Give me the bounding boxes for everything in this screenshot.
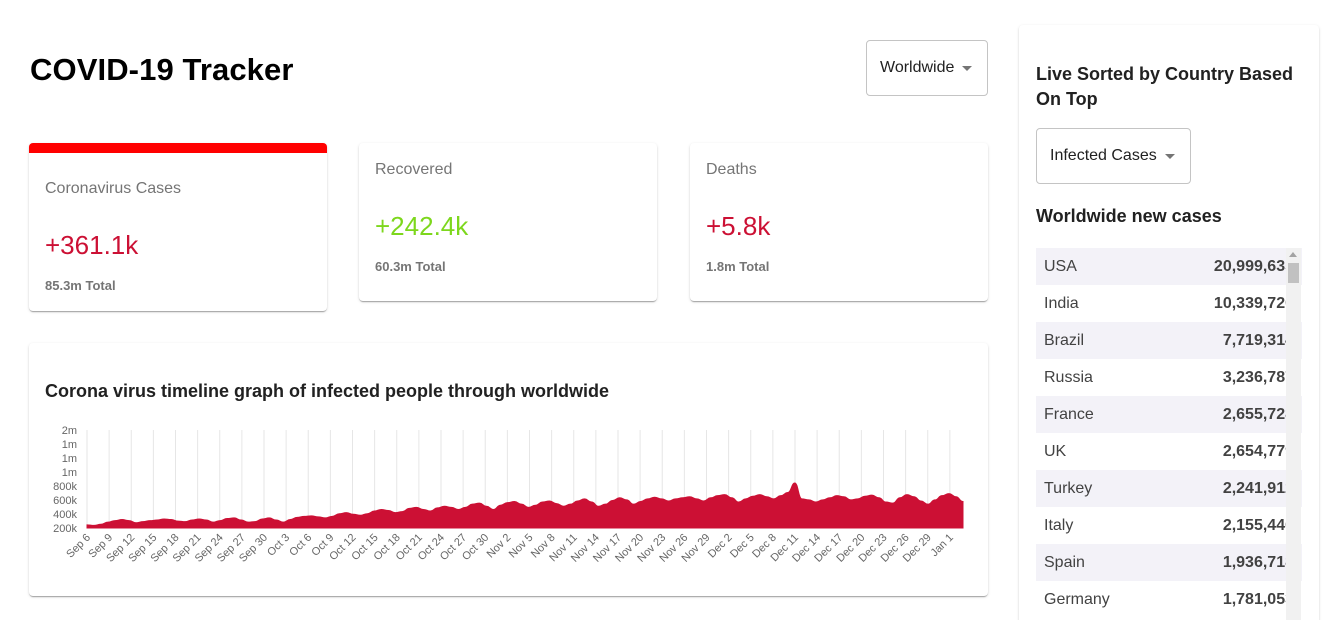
- y-tick-label: 1m: [62, 467, 77, 479]
- sort-select[interactable]: Infected Cases: [1036, 128, 1191, 184]
- x-tick-label: Sep 6: [64, 532, 93, 561]
- deaths-card-value: +5.8k: [706, 211, 771, 241]
- y-tick-label: 1m: [62, 453, 77, 465]
- country-name: Germany: [1044, 590, 1110, 608]
- table-row: UK 2,654,779: [1036, 433, 1302, 470]
- country-select[interactable]: Worldwide: [866, 40, 988, 96]
- recovered-card-title: Recovered: [375, 161, 453, 178]
- app-title: COVID-19 Tracker: [30, 52, 294, 87]
- y-tick-label: 400k: [53, 509, 77, 521]
- chevron-down-icon: [1164, 153, 1175, 159]
- scroll-up-arrow-icon[interactable]: [1289, 252, 1297, 257]
- chevron-down-icon: [962, 65, 973, 71]
- scroll-thumb[interactable]: [1288, 263, 1299, 283]
- country-table: USA 20,999,635 India 10,339,726 Brazil 7,71…: [1036, 248, 1302, 620]
- country-cases: 2,241,912: [1222, 479, 1294, 497]
- country-cases: 10,339,726: [1213, 294, 1294, 312]
- x-tick-label: Jan 1: [928, 532, 956, 560]
- country-cases: 2,655,728: [1222, 405, 1294, 423]
- table-row: Russia 3,236,787: [1036, 359, 1302, 396]
- country-cases: 7,719,314: [1222, 331, 1294, 349]
- table-row: Germany 1,781,053: [1036, 581, 1302, 618]
- sidebar-heading: Live Sorted by Country Based On Top: [1036, 64, 1294, 109]
- country-cases: 1,781,053: [1222, 590, 1294, 608]
- deaths-card-title: Deaths: [706, 161, 757, 178]
- cases-card-title: Coronavirus Cases: [45, 180, 182, 197]
- cases-card[interactable]: Coronavirus Cases +361.1k 85.3m Total: [29, 143, 327, 311]
- deaths-card[interactable]: Deaths +5.8k 1.8m Total: [690, 143, 988, 301]
- deaths-card-total: 1.8m Total: [706, 259, 770, 274]
- table-row: India 10,339,726: [1036, 285, 1302, 322]
- y-tick-label: 200k: [53, 523, 77, 535]
- recovered-card-value: +242.4k: [375, 211, 469, 241]
- country-cases: 3,236,787: [1222, 368, 1294, 386]
- country-name: India: [1044, 294, 1079, 312]
- table-row: Brazil 7,719,314: [1036, 322, 1302, 359]
- y-tick-label: 1m: [62, 439, 77, 451]
- country-name: France: [1044, 405, 1094, 423]
- x-tick-label: Dec 2: [706, 532, 735, 561]
- y-tick-label: 2m: [62, 425, 77, 437]
- chart-area-series: [86, 482, 964, 529]
- country-name: UK: [1044, 442, 1067, 460]
- country-name: Brazil: [1044, 331, 1085, 349]
- country-cases: 20,999,635: [1213, 257, 1294, 275]
- table-row: Turkey 2,241,912: [1036, 470, 1302, 507]
- recovered-card-total: 60.3m Total: [375, 259, 446, 274]
- country-name: Turkey: [1044, 479, 1093, 497]
- sort-select-value: Infected Cases: [1050, 147, 1157, 164]
- x-tick-label: Oct 3: [265, 532, 292, 559]
- timeline-chart-card: Corona virus timeline graph of infected …: [29, 343, 988, 596]
- cases-card-value: +361.1k: [45, 230, 139, 260]
- x-tick-label: Nov 2: [485, 532, 514, 561]
- table-row: Italy 2,155,446: [1036, 507, 1302, 544]
- cases-card-total: 85.3m Total: [45, 278, 116, 293]
- recovered-card[interactable]: Recovered +242.4k 60.3m Total: [359, 143, 657, 301]
- country-cases: 2,155,446: [1222, 516, 1294, 534]
- table-scrollbar[interactable]: [1286, 248, 1301, 620]
- x-tick-label: Nov 5: [507, 532, 536, 561]
- sidebar: Live Sorted by Country Based On Top Worl…: [1019, 25, 1319, 620]
- y-tick-label: 800k: [53, 481, 77, 493]
- y-tick-label: 600k: [53, 495, 77, 507]
- x-tick-label: Oct 6: [287, 532, 314, 559]
- country-select-value: Worldwide: [880, 59, 955, 76]
- country-name: Russia: [1044, 368, 1093, 386]
- country-cases: 2,654,779: [1222, 442, 1294, 460]
- country-name: Spain: [1044, 553, 1085, 571]
- country-name: USA: [1044, 257, 1077, 275]
- country-cases: 1,936,718: [1222, 553, 1294, 571]
- table-row: USA 20,999,635: [1036, 248, 1302, 285]
- table-row: France 2,655,728: [1036, 396, 1302, 433]
- country-name: Italy: [1044, 516, 1074, 534]
- table-row: Spain 1,936,718: [1036, 544, 1302, 581]
- timeline-chart: Sep 6Sep 9Sep 12Sep 15Sep 18Sep 21Sep 24…: [53, 425, 964, 565]
- sidebar-subheading: Worldwide new cases: [1036, 206, 1222, 226]
- x-tick-label: Dec 5: [728, 532, 757, 561]
